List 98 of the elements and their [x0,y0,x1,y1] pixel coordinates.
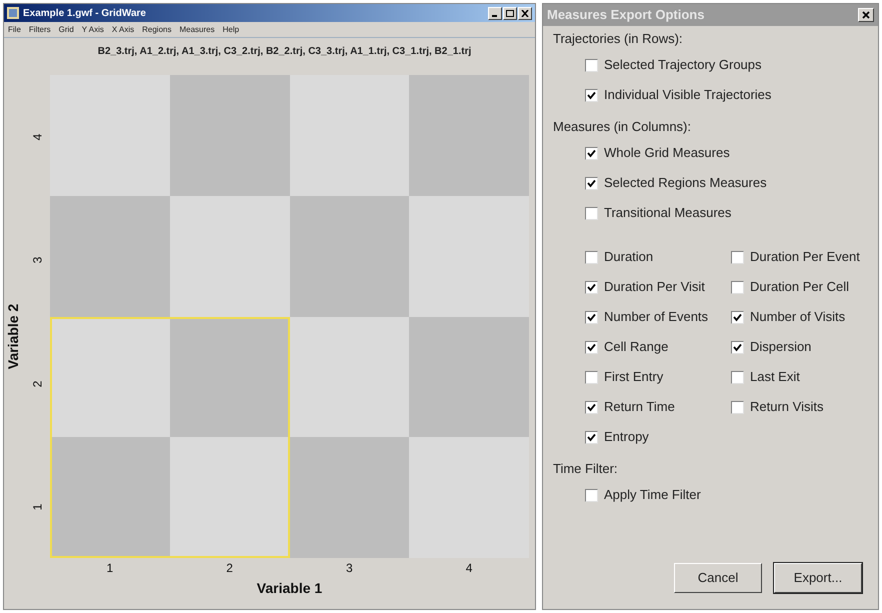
maximize-icon [506,10,514,16]
menu-item[interactable]: Help [222,24,240,36]
tick-label: 3 [29,256,45,264]
window-title: Example 1.gwf - GridWare [23,6,146,20]
checkbox[interactable] [585,430,598,444]
checkbox[interactable] [585,176,598,190]
tick-label: 4 [29,133,45,140]
checkbox-label: Transitional Measures [604,204,732,222]
checkbox[interactable] [585,146,598,160]
cancel-button[interactable]: Cancel [674,563,762,593]
checkmark-icon [587,282,596,292]
checkbox[interactable] [585,370,598,384]
checkmark-icon [733,312,742,322]
checkbox[interactable] [731,280,744,294]
section-heading: Measures (in Columns): [553,118,692,136]
minimize-button[interactable] [488,6,502,20]
checkbox-label: Individual Visible Trajectories [604,86,772,104]
checkmark-icon [587,312,596,322]
checkbox[interactable] [731,400,744,414]
dialog-title: Measures Export Options [547,6,704,24]
menu-item[interactable]: Filters [28,24,51,36]
checkbox[interactable] [731,250,744,264]
checkmark-icon [587,178,596,188]
menu-item[interactable]: File [8,24,21,36]
close-button[interactable] [858,8,874,22]
export-button[interactable]: Export... [774,563,862,593]
checkbox[interactable] [585,340,598,354]
checkbox-label: Dispersion [750,338,812,356]
grid-cell[interactable] [170,75,290,196]
checkbox-label: Whole Grid Measures [604,144,730,162]
checkbox-label: Duration [604,248,654,266]
checkbox[interactable] [585,310,598,324]
checkbox-label: Entropy [604,428,649,446]
close-icon [862,11,870,19]
menu-item[interactable]: X Axis [112,24,134,36]
grid-cell[interactable] [170,316,290,438]
tick-label: 1 [106,560,114,577]
checkbox-label: Number of Visits [750,308,846,326]
checkbox[interactable] [731,310,744,324]
tick-label: 2 [29,380,45,388]
checkbox-label: Duration Per Cell [750,278,849,296]
checkbox-label: Duration Per Visit [604,278,705,296]
grid-cell[interactable] [290,316,410,438]
grid-cell[interactable] [409,316,529,438]
grid-cell[interactable] [290,75,410,196]
checkbox-label: Selected Trajectory Groups [604,56,762,74]
tick-label: 1 [29,504,45,511]
menu-item[interactable]: Measures [179,24,215,36]
menu-item[interactable]: Y Axis [82,24,104,36]
tick-label: 4 [466,560,472,577]
checkbox-label: Return Time [604,398,675,416]
checkbox-label: Apply Time Filter [604,486,701,504]
grid-cell[interactable] [50,196,170,316]
checkbox[interactable] [731,340,744,354]
grid-cell[interactable] [409,437,529,558]
checkbox[interactable] [585,280,598,294]
checkmark-icon [733,342,742,352]
axis-label: Variable 2 [4,304,22,370]
grid-cell[interactable] [50,75,170,196]
checkbox-label: Last Exit [750,368,800,386]
grid-cell[interactable] [170,437,290,558]
checkbox-label: First Entry [604,368,664,386]
checkbox-label: Duration Per Event [750,248,860,266]
checkbox[interactable] [585,488,598,502]
checkmark-icon [587,148,596,158]
axis-label: Variable 1 [256,579,322,598]
checkbox-label: Number of Events [604,308,708,326]
checkbox-label: Return Visits [750,398,824,416]
checkbox[interactable] [585,250,598,264]
checkmark-icon [587,402,596,412]
maximize-button[interactable] [503,6,517,20]
app-icon [7,7,19,19]
tick-label: 3 [346,560,353,577]
grid-cell[interactable] [290,196,410,316]
grid-cell[interactable] [409,196,529,316]
grid-cell[interactable] [50,437,170,558]
checkbox[interactable] [585,58,598,72]
grid-cell[interactable] [409,75,529,196]
checkbox[interactable] [585,206,598,220]
grid-cell[interactable] [290,437,410,558]
tick-label: 2 [226,560,233,577]
grid-cell[interactable] [50,316,170,438]
grid-cell[interactable] [170,196,290,316]
checkmark-icon [587,90,596,100]
section-heading: Trajectories (in Rows): [553,30,684,48]
checkbox[interactable] [731,370,744,384]
close-icon [521,10,529,16]
checkbox[interactable] [585,400,598,414]
checkbox-label: Selected Regions Measures [604,174,767,192]
checkbox-label: Cell Range [604,338,668,356]
close-button[interactable] [518,6,532,20]
checkmark-icon [587,432,596,442]
checkmark-icon [587,342,596,352]
menu-item[interactable]: Grid [58,24,74,36]
trajectory-list: B2_3.trj, A1_2.trj, A1_3.trj, C3_2.trj, B2_2.trj, C3_3.trj, A1_1.trj, C3_1.trj, B2_1.trj [98,44,472,58]
checkbox[interactable] [585,88,598,102]
section-heading: Time Filter: [553,460,619,478]
menu-item[interactable]: Regions [142,24,172,36]
